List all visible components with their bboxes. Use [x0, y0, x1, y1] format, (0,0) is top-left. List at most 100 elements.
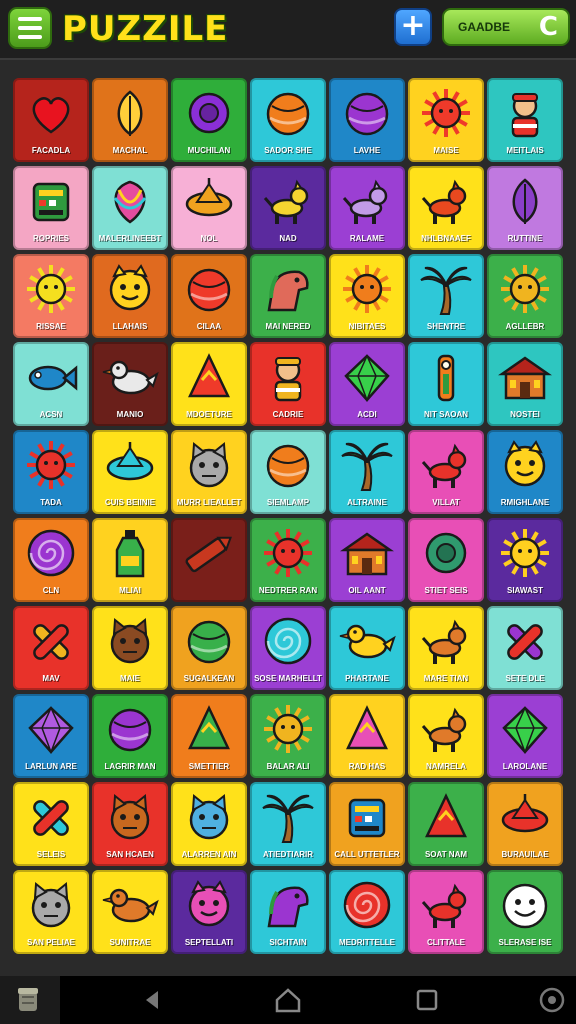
- sun-icon: [487, 262, 563, 316]
- puzzle-tile[interactable]: SUNITRAE: [92, 870, 168, 954]
- puzzle-tile[interactable]: CLN: [13, 518, 89, 602]
- tile-caption: ALTRAINE: [347, 498, 387, 507]
- puzzle-tile[interactable]: SLERASE ISE: [487, 870, 563, 954]
- trash-can-icon[interactable]: [17, 985, 39, 1013]
- puzzle-tile[interactable]: FACADLA: [13, 78, 89, 162]
- tile-caption: ACSN: [39, 410, 63, 419]
- puzzle-tile[interactable]: CLITTALE: [408, 870, 484, 954]
- gem-icon: [13, 702, 89, 756]
- cone-icon: [329, 702, 405, 756]
- puzzle-tile[interactable]: MEDRITTELLE: [329, 870, 405, 954]
- puzzle-tile[interactable]: SAN PELIAE: [13, 870, 89, 954]
- puzzle-tile[interactable]: NAMRELA: [408, 694, 484, 778]
- tile-caption: MURR LIEALLET: [176, 498, 242, 507]
- puzzle-tile[interactable]: LAGRIR MAN: [92, 694, 168, 778]
- puzzle-tile[interactable]: LAROLANE: [487, 694, 563, 778]
- system-nav-bar: [0, 976, 576, 1024]
- puzzle-tile[interactable]: VILLAT: [408, 430, 484, 514]
- puzzle-tile[interactable]: NEDTRER RAN: [250, 518, 326, 602]
- game-button[interactable]: GAADBE C: [442, 8, 570, 46]
- puzzle-tile[interactable]: NIT SAOAN: [408, 342, 484, 426]
- tile-caption: FACADLA: [31, 146, 71, 155]
- puzzle-tile[interactable]: MLIAI: [92, 518, 168, 602]
- person-icon: [250, 350, 326, 404]
- puzzle-tile[interactable]: CADRIE: [250, 342, 326, 426]
- puzzle-tile[interactable]: MANIO: [92, 342, 168, 426]
- puzzle-tile[interactable]: ACSN: [13, 342, 89, 426]
- puzzle-tile[interactable]: SEPTELLATI: [171, 870, 247, 954]
- puzzle-tile[interactable]: MAIE: [92, 606, 168, 690]
- puzzle-tile[interactable]: LAVHE: [329, 78, 405, 162]
- puzzle-tile[interactable]: TADA: [13, 430, 89, 514]
- puzzle-tile[interactable]: CUIS BEIINIE: [92, 430, 168, 514]
- home-icon[interactable]: [273, 985, 303, 1015]
- puzzle-tile[interactable]: CALL UTTETLER: [329, 782, 405, 866]
- tile-caption: RMIGHLANE: [500, 498, 550, 507]
- puzzle-tile[interactable]: RAD HAS: [329, 694, 405, 778]
- puzzle-tile[interactable]: ATIEDTIARIR: [250, 782, 326, 866]
- puzzle-tile[interactable]: SIAWAST: [487, 518, 563, 602]
- puzzle-tile[interactable]: MAV: [13, 606, 89, 690]
- puzzle-tile[interactable]: SIEMLAMP: [250, 430, 326, 514]
- puzzle-tile[interactable]: NOSTEI: [487, 342, 563, 426]
- puzzle-tile[interactable]: RUTTINE: [487, 166, 563, 250]
- puzzle-tile[interactable]: SETE DLE: [487, 606, 563, 690]
- puzzle-tile-grid: FACADLA MACHAL MUCHILAN SADOR SHE LAVHE MAISE…: [13, 78, 565, 962]
- puzzle-tile[interactable]: AGLLEBR: [487, 254, 563, 338]
- tile-caption: CLITTALE: [426, 938, 466, 947]
- recent-apps-icon[interactable]: [412, 985, 442, 1015]
- puzzle-tile[interactable]: MDOETURE: [171, 342, 247, 426]
- puzzle-tile[interactable]: LLAHAIS: [92, 254, 168, 338]
- puzzle-tile[interactable]: MUCHILAN: [171, 78, 247, 162]
- puzzle-tile[interactable]: MACHAL: [92, 78, 168, 162]
- puzzle-tile[interactable]: MALERLINEEBT: [92, 166, 168, 250]
- puzzle-tile[interactable]: BURAUILAE: [487, 782, 563, 866]
- ball-icon: [329, 86, 405, 140]
- puzzle-tile[interactable]: MAI NERED: [250, 254, 326, 338]
- house-icon: [329, 526, 405, 580]
- square-icon: [329, 790, 405, 844]
- settings-gear-icon[interactable]: [537, 985, 567, 1015]
- puzzle-tile[interactable]: SICHTAIN: [250, 870, 326, 954]
- puzzle-tile[interactable]: [171, 518, 247, 602]
- puzzle-tile[interactable]: SHENTRE: [408, 254, 484, 338]
- puzzle-tile[interactable]: OIL AANT: [329, 518, 405, 602]
- dog-icon: [250, 174, 326, 228]
- spinner-icon: [92, 438, 168, 492]
- puzzle-tile[interactable]: RMIGHLANE: [487, 430, 563, 514]
- menu-button[interactable]: [8, 7, 52, 49]
- back-icon[interactable]: [138, 985, 168, 1015]
- tile-caption: MLIAI: [119, 586, 141, 595]
- puzzle-tile[interactable]: NHLBNAAEF: [408, 166, 484, 250]
- puzzle-tile[interactable]: SELEIS: [13, 782, 89, 866]
- puzzle-tile[interactable]: NOL: [171, 166, 247, 250]
- puzzle-tile[interactable]: STIET SEIS: [408, 518, 484, 602]
- puzzle-tile[interactable]: ACDI: [329, 342, 405, 426]
- puzzle-tile[interactable]: NAD: [250, 166, 326, 250]
- puzzle-tile[interactable]: MARE TIAN: [408, 606, 484, 690]
- tile-caption: MAV: [42, 674, 60, 683]
- puzzle-tile[interactable]: RALAME: [329, 166, 405, 250]
- puzzle-tile[interactable]: LARLUN ARE: [13, 694, 89, 778]
- puzzle-tile[interactable]: SMETTIER: [171, 694, 247, 778]
- puzzle-tile[interactable]: ALARREN AIN: [171, 782, 247, 866]
- puzzle-tile[interactable]: ALTRAINE: [329, 430, 405, 514]
- puzzle-tile[interactable]: PHARTANE: [329, 606, 405, 690]
- puzzle-tile[interactable]: NIBITAES: [329, 254, 405, 338]
- puzzle-tile[interactable]: SOSE MARHELLT: [250, 606, 326, 690]
- puzzle-tile[interactable]: MURR LIEALLET: [171, 430, 247, 514]
- puzzle-tile[interactable]: SUGALKEAN: [171, 606, 247, 690]
- add-button[interactable]: +: [394, 8, 432, 46]
- tile-caption: LARLUN ARE: [25, 762, 77, 771]
- puzzle-tile[interactable]: ROPRIES: [13, 166, 89, 250]
- puzzle-tile[interactable]: SAN HCAEN: [92, 782, 168, 866]
- puzzle-tile[interactable]: MEITLAIS: [487, 78, 563, 162]
- puzzle-tile[interactable]: SADOR SHE: [250, 78, 326, 162]
- puzzle-tile[interactable]: BALAR ALI: [250, 694, 326, 778]
- puzzle-tile[interactable]: SOAT NAM: [408, 782, 484, 866]
- puzzle-tile[interactable]: RISSAE: [13, 254, 89, 338]
- tile-caption: LAROLANE: [502, 762, 548, 771]
- bird-icon: [329, 614, 405, 668]
- puzzle-tile[interactable]: CILAA: [171, 254, 247, 338]
- puzzle-tile[interactable]: MAISE: [408, 78, 484, 162]
